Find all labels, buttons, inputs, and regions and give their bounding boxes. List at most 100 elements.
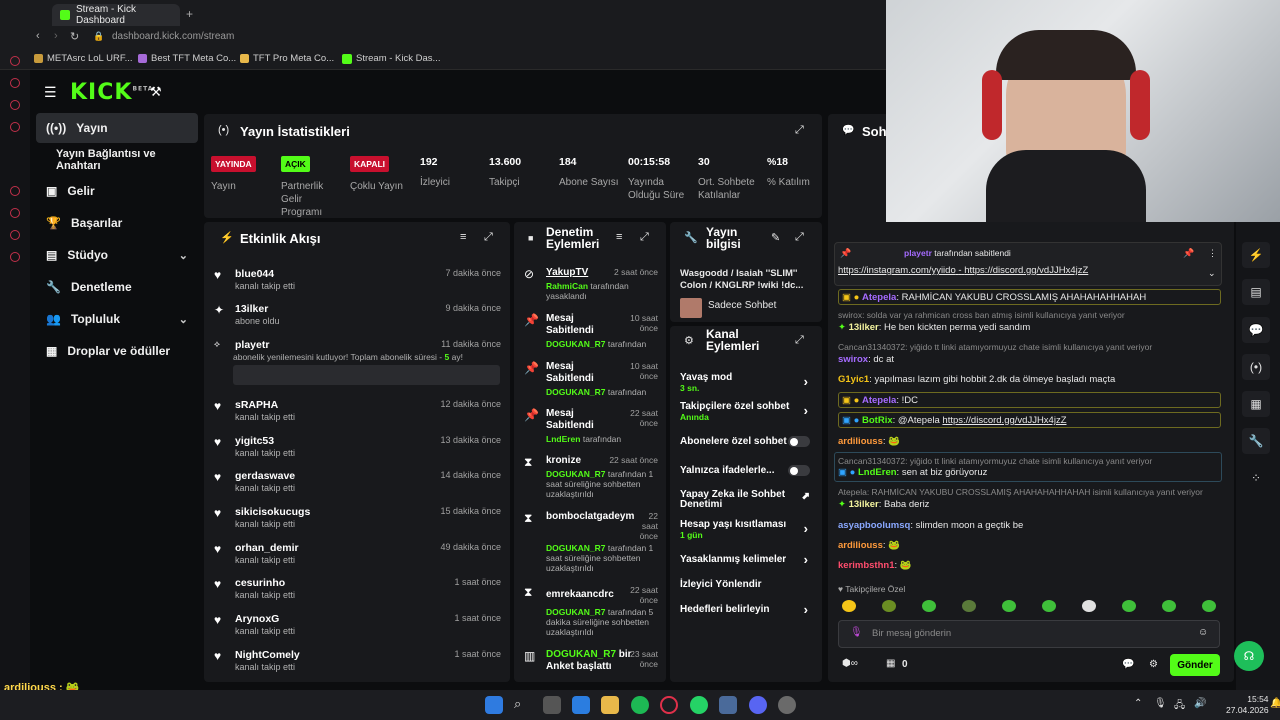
mod-item: ⧗ bomboclatgadeym 22 saat önce DOGUKAN_R7 t…: [524, 511, 658, 573]
category-name[interactable]: Sadece Sohbet: [708, 300, 776, 311]
send-button[interactable]: Gönder: [1170, 654, 1220, 676]
action-account-age[interactable]: Hesap yaşı kısıtlaması 1 gün ›: [680, 519, 814, 541]
filter-icon[interactable]: ≡: [460, 231, 466, 243]
filter-icon[interactable]: ≡: [616, 231, 622, 243]
expand-icon[interactable]: ⤢: [795, 231, 804, 244]
sidebar-item-droplar[interactable]: ▦ Droplar ve ödüller: [36, 336, 198, 366]
search-icon[interactable]: ⌕: [514, 696, 532, 714]
expand-icon[interactable]: ⤢: [795, 334, 804, 347]
hammer-icon[interactable]: ⚒: [150, 84, 162, 100]
emoji-icon[interactable]: ☺: [1198, 627, 1208, 638]
whatsapp-icon[interactable]: [690, 696, 708, 714]
steam-icon[interactable]: [778, 696, 796, 714]
bookmark-1[interactable]: Best TFT Meta Co...: [138, 53, 236, 64]
rail-icon[interactable]: [10, 252, 20, 262]
rail-icon[interactable]: [10, 230, 20, 240]
menu-icon[interactable]: ☰: [44, 84, 57, 101]
emote-icon[interactable]: [882, 600, 896, 612]
action-banned-words[interactable]: Yasaklanmış kelimeler ›: [680, 552, 814, 568]
pinned-links[interactable]: https://instagram.com/yyiido - https://d…: [838, 265, 1088, 276]
sidebar-item-studyo[interactable]: ▤ Stüdyo ⌄: [36, 240, 198, 270]
bolt-icon[interactable]: ⚡: [1242, 242, 1270, 268]
broadcast-icon[interactable]: (•): [1242, 354, 1270, 380]
rail-icon[interactable]: [10, 186, 20, 196]
layers-icon[interactable]: ▦: [1242, 391, 1270, 417]
notification-icon[interactable]: 🔔: [1270, 698, 1280, 709]
chevron-down-icon[interactable]: ⌄: [1208, 268, 1216, 279]
gear-icon[interactable]: ⚙: [1149, 659, 1158, 670]
back-icon[interactable]: ‹: [36, 30, 40, 42]
action-slow-mode[interactable]: Yavaş mod 3 sn. ›: [680, 372, 814, 394]
bookmark-0[interactable]: METAsrc LoL URF...: [34, 53, 133, 64]
chat-icon[interactable]: 💬: [1242, 317, 1270, 343]
action-ai-moderation[interactable]: Yapay Zeka ile Sohbet Denetimi ⬈: [680, 490, 810, 512]
expand-icon[interactable]: ⤢: [484, 231, 493, 244]
emote-icon[interactable]: [962, 600, 976, 612]
reload-icon[interactable]: ↻: [70, 30, 79, 43]
expand-icon[interactable]: ⤢: [640, 231, 649, 244]
stat-followers: 13.600 Takipçi: [489, 156, 522, 188]
action-emotes-only[interactable]: Yalnızca ifadelerle...: [680, 465, 814, 479]
emote-icon[interactable]: [842, 600, 856, 612]
sidebar-item-gelir[interactable]: ▣ Gelir: [36, 176, 198, 206]
opera-icon[interactable]: [660, 696, 678, 714]
rail-icon[interactable]: [10, 78, 20, 88]
bookmark-2[interactable]: TFT Pro Meta Co...: [240, 53, 334, 64]
activity-event: ♥ gerdaswave kanalı takip etti 14 dakika ön…: [214, 470, 501, 493]
clock[interactable]: 15:54 27.04.2026: [1226, 694, 1269, 716]
sidebar-item-topluluk[interactable]: 👥 Topluluk ⌄: [36, 304, 198, 334]
edit-icon[interactable]: ✎: [771, 231, 780, 244]
rail-icon[interactable]: [10, 100, 20, 110]
unpin-icon[interactable]: 📌: [1183, 248, 1194, 259]
bookmark-3[interactable]: Stream - Kick Das...: [342, 53, 440, 64]
chat-settings-icon[interactable]: 💬: [1122, 659, 1134, 670]
emote-icon[interactable]: [1162, 600, 1176, 612]
action-subs-only[interactable]: Abonelere özel sohbet: [680, 436, 814, 450]
forward-icon[interactable]: ›: [54, 30, 58, 42]
kick-logo[interactable]: KICKBETA: [70, 80, 153, 105]
action-host[interactable]: İzleyici Yönlendir: [680, 579, 814, 593]
hourglass-icon: ⧗: [524, 455, 533, 469]
folder-icon[interactable]: [601, 696, 619, 714]
gift-icon: ▦: [46, 344, 58, 358]
volume-icon[interactable]: 🔊: [1194, 698, 1206, 709]
notes-icon[interactable]: ▤: [1242, 279, 1270, 305]
mic-icon[interactable]: 🎙: [850, 627, 863, 638]
rail-icon[interactable]: [10, 208, 20, 218]
spotify-icon[interactable]: [631, 696, 649, 714]
emote-icon[interactable]: [1002, 600, 1016, 612]
emote-icon[interactable]: [1122, 600, 1136, 612]
tray-chevron-icon[interactable]: ⌃: [1134, 698, 1142, 709]
rail-icon[interactable]: [10, 122, 20, 132]
emote-icon[interactable]: [1042, 600, 1056, 612]
sidebar-item-stream-key[interactable]: Yayın Bağlantısı ve Anahtarı: [46, 145, 202, 175]
browser-tab[interactable]: Stream - Kick Dashboard: [52, 4, 180, 26]
apps-icon[interactable]: ⁘: [1242, 465, 1270, 491]
new-tab-icon[interactable]: +: [186, 7, 193, 21]
more-icon[interactable]: ⋮: [1208, 248, 1217, 259]
points-icon[interactable]: ⬢∞: [842, 658, 858, 669]
emote-icon[interactable]: [922, 600, 936, 612]
action-goals[interactable]: Hedefleri belirleyin ›: [680, 602, 814, 618]
wrench-icon[interactable]: 🔧: [1242, 428, 1270, 454]
emote-icon[interactable]: [1082, 600, 1096, 612]
app-icon[interactable]: [719, 696, 737, 714]
network-icon[interactable]: 🖧: [1174, 698, 1185, 715]
stat-subs: 184 Abone Sayısı: [559, 156, 619, 188]
support-icon[interactable]: ☊: [1234, 641, 1264, 671]
mail-icon[interactable]: [572, 696, 590, 714]
windows-start-icon[interactable]: [485, 696, 503, 714]
emote-icon[interactable]: [1202, 600, 1216, 612]
discord-icon[interactable]: [749, 696, 767, 714]
store-icon[interactable]: [543, 696, 561, 714]
sidebar-item-yayin[interactable]: ((•)) Yayın: [36, 113, 198, 143]
rail-icon[interactable]: [10, 56, 20, 66]
sidebar-item-denetleme[interactable]: 🔧 Denetleme: [36, 272, 198, 302]
url-field[interactable]: dashboard.kick.com/stream: [112, 31, 234, 42]
action-followers-only[interactable]: Takipçilere özel sohbet Anında ›: [680, 401, 814, 423]
stat-uptime: 00:15:58 Yayında Olduğu Süre: [628, 156, 685, 201]
sidebar-item-basarilar[interactable]: 🏆 Başarılar: [36, 208, 198, 238]
expand-icon[interactable]: ⤢: [795, 124, 804, 137]
activity-event: ⟡ playetr abonelik yenilemesini kutluyor! …: [212, 339, 504, 389]
mic-tray-icon[interactable]: 🎙: [1154, 698, 1167, 709]
